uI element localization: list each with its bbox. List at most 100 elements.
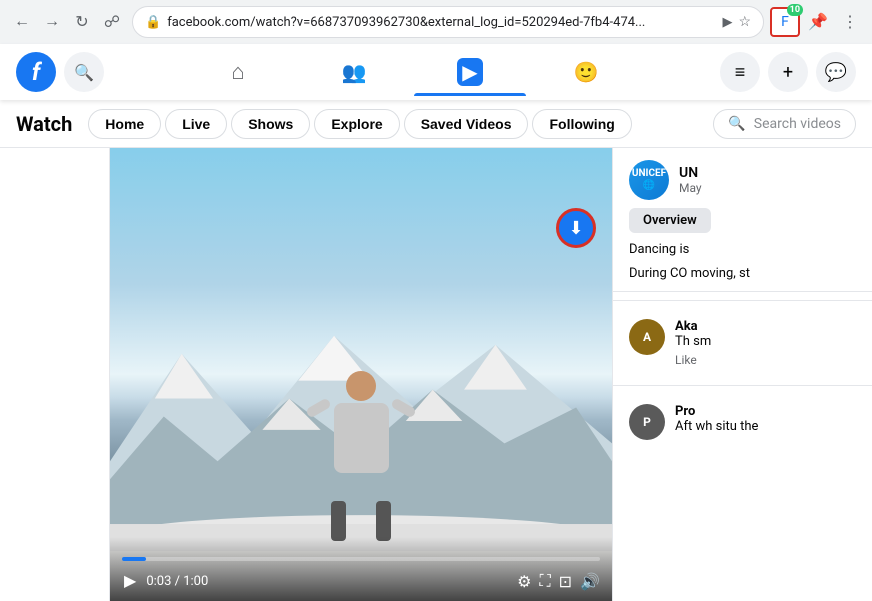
comment-item-2: P Pro Aft wh situ the bbox=[613, 394, 872, 450]
nav-home-btn[interactable]: Home bbox=[88, 109, 161, 139]
messenger-icon: 💬 bbox=[825, 62, 847, 83]
comment-name-1: Aka bbox=[675, 319, 856, 334]
controls-row: ▶ 0:03 / 1:00 ⚙ ⛶ ⊡ 🔊 bbox=[122, 569, 600, 593]
channel-avatar-img: UNICEF🌐 bbox=[632, 168, 666, 192]
right-nav: ≡ + 💬 bbox=[720, 52, 856, 92]
browser-toolbar: ← → ↻ ☍ 🔒 facebook.com/watch?v=668737093… bbox=[0, 0, 872, 44]
groups-icon: 🙂 bbox=[574, 60, 599, 84]
extension-highlighted-button[interactable]: F 10 bbox=[770, 7, 800, 37]
nav-home[interactable]: ⌂ bbox=[182, 48, 294, 96]
settings-icon[interactable]: ⚙ bbox=[517, 572, 531, 591]
child-figure bbox=[321, 371, 401, 541]
comment-item-1: A Aka Th sm Like bbox=[613, 309, 872, 377]
watch-nav-items: Home Live Shows Explore Saved Videos Fol… bbox=[88, 109, 705, 139]
avatar-img-2: P bbox=[629, 404, 665, 440]
video-thumbnail: ⬇ ▶ 0:03 / 1:00 ⚙ bbox=[110, 148, 612, 601]
comment-name-2: Pro bbox=[675, 404, 856, 419]
browser-chrome: ← → ↻ ☍ 🔒 facebook.com/watch?v=668737093… bbox=[0, 0, 872, 44]
play-pause-button[interactable]: ▶ bbox=[122, 569, 138, 593]
comment-like-1[interactable]: Like bbox=[675, 353, 856, 367]
main-nav: ⌂ 👥 ▶ 🙂 bbox=[112, 48, 712, 96]
overview-button[interactable]: Overview bbox=[629, 208, 711, 233]
divider-2 bbox=[613, 385, 872, 386]
comment-avatar-2: P bbox=[629, 404, 665, 440]
side-panel: UNICEF🌐 UN May Overview Dancing is Durin… bbox=[612, 148, 872, 601]
search-videos[interactable]: 🔍 Search videos bbox=[713, 109, 856, 139]
comment-text-2: Aft wh situ the bbox=[675, 419, 856, 436]
nav-shows-btn[interactable]: Shows bbox=[231, 109, 310, 139]
progress-bar[interactable] bbox=[122, 557, 600, 561]
home-icon: ⌂ bbox=[231, 59, 244, 85]
ext-badge: 10 bbox=[787, 4, 803, 16]
watch-navbar: Watch Home Live Shows Explore Saved Vide… bbox=[0, 100, 872, 148]
play-icon: ▶ bbox=[124, 571, 136, 591]
logo-letter: f bbox=[32, 58, 40, 86]
facebook-logo: f bbox=[16, 52, 56, 92]
nav-buttons: ← → ↻ ☍ bbox=[8, 8, 126, 36]
progress-fill bbox=[122, 557, 146, 561]
comment-text-1: Th sm bbox=[675, 334, 856, 351]
time-separator: / bbox=[175, 574, 184, 589]
right-controls: ⚙ ⛶ ⊡ 🔊 bbox=[517, 571, 600, 591]
hamburger-icon: ≡ bbox=[735, 62, 746, 83]
people-icon: 👥 bbox=[342, 60, 367, 84]
video-controls: ▶ 0:03 / 1:00 ⚙ ⛶ ⊡ 🔊 bbox=[110, 537, 612, 601]
nav-groups[interactable]: 🙂 bbox=[530, 48, 642, 96]
current-time: 0:03 bbox=[146, 574, 171, 589]
total-time: 1:00 bbox=[183, 574, 208, 589]
download-button[interactable]: ⬇ bbox=[556, 208, 596, 248]
ext-icon: F bbox=[781, 14, 789, 30]
pin-button[interactable]: 📌 bbox=[804, 8, 832, 36]
nav-watch[interactable]: ▶ bbox=[414, 48, 526, 96]
lock-icon: 🔒 bbox=[145, 15, 161, 30]
channel-avatar: UNICEF🌐 bbox=[629, 160, 669, 200]
menu-button[interactable]: ⋮ bbox=[836, 8, 864, 36]
video-area: ⬇ ▶ 0:03 / 1:00 ⚙ bbox=[110, 148, 612, 601]
comment-content-2: Pro Aft wh situ the bbox=[675, 404, 856, 436]
theater-icon[interactable]: ⊡ bbox=[559, 572, 572, 591]
menu-icon-btn[interactable]: ≡ bbox=[720, 52, 760, 92]
nav-following-btn[interactable]: Following bbox=[532, 109, 631, 139]
url-text: facebook.com/watch?v=668737093962730&ext… bbox=[167, 15, 716, 30]
watch-title: Watch bbox=[16, 112, 72, 136]
watch-icon: ▶ bbox=[457, 58, 482, 86]
download-icon: ⬇ bbox=[568, 218, 583, 239]
channel-details: UN May bbox=[679, 165, 856, 195]
avatar-img-1: A bbox=[629, 319, 665, 355]
bookmark-icon[interactable]: ☆ bbox=[738, 14, 751, 30]
address-bar[interactable]: 🔒 facebook.com/watch?v=668737093962730&e… bbox=[132, 6, 764, 38]
nav-explore-btn[interactable]: Explore bbox=[314, 109, 399, 139]
search-button[interactable]: 🔍 bbox=[64, 52, 104, 92]
forward-button[interactable]: → bbox=[38, 8, 66, 36]
description-sub: During CO moving, st bbox=[629, 265, 856, 283]
reload-button[interactable]: ↻ bbox=[68, 8, 96, 36]
facebook-header: f 🔍 ⌂ 👥 ▶ 🙂 ≡ + 💬 bbox=[0, 44, 872, 100]
channel-meta: May bbox=[679, 181, 856, 195]
back-button[interactable]: ← bbox=[8, 8, 36, 36]
comment-avatar-1: A bbox=[629, 319, 665, 355]
extension-area: F 10 📌 ⋮ bbox=[770, 7, 864, 37]
side-panel-header: UNICEF🌐 UN May Overview Dancing is Durin… bbox=[613, 148, 872, 292]
home-button[interactable]: ☍ bbox=[98, 8, 126, 36]
main-content: ⬇ ▶ 0:03 / 1:00 ⚙ bbox=[0, 148, 872, 601]
left-sidebar bbox=[0, 148, 110, 601]
volume-icon[interactable]: 🔊 bbox=[580, 572, 600, 591]
search-icon: 🔍 bbox=[74, 63, 94, 82]
search-videos-placeholder: Search videos bbox=[754, 116, 841, 132]
fullscreen-icon[interactable]: ⛶ bbox=[539, 571, 550, 591]
video-background bbox=[110, 148, 612, 601]
channel-info: UNICEF🌐 UN May bbox=[629, 160, 856, 200]
divider-1 bbox=[613, 300, 872, 301]
description-text: Dancing is bbox=[629, 241, 856, 259]
search-videos-icon: 🔍 bbox=[728, 116, 745, 132]
channel-name: UN bbox=[679, 165, 856, 181]
nav-saved-btn[interactable]: Saved Videos bbox=[404, 109, 529, 139]
time-display: 0:03 / 1:00 bbox=[146, 574, 509, 589]
go-button[interactable]: ▶ bbox=[722, 15, 732, 30]
nav-live-btn[interactable]: Live bbox=[165, 109, 227, 139]
nav-people[interactable]: 👥 bbox=[298, 48, 410, 96]
add-btn[interactable]: + bbox=[768, 52, 808, 92]
messenger-btn[interactable]: 💬 bbox=[816, 52, 856, 92]
comment-content-1: Aka Th sm Like bbox=[675, 319, 856, 367]
add-icon: + bbox=[783, 62, 793, 83]
